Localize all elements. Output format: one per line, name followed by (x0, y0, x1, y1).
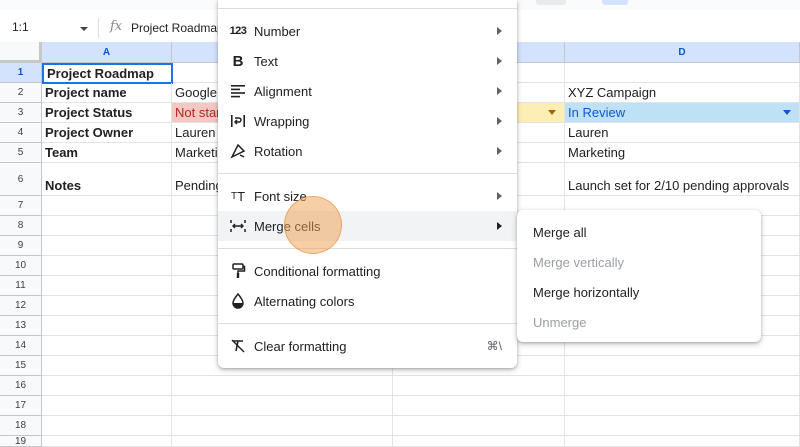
empty-row[interactable] (42, 436, 800, 447)
row-header-3[interactable]: 3 (0, 103, 42, 123)
bold-icon: B (232, 52, 244, 70)
cell-d4[interactable]: Lauren (565, 123, 800, 143)
row-header-17[interactable]: 17 (0, 396, 42, 416)
row-header-8[interactable]: 8 (0, 216, 42, 236)
submenu-item-unmerge: Unmerge (533, 314, 587, 330)
menu-divider (218, 323, 517, 324)
clear-format-icon (228, 336, 248, 356)
submenu-item-merge-horizontally[interactable]: Merge horizontally (517, 277, 761, 307)
merge-cells-submenu: Merge all Merge vertically Merge horizon… (517, 210, 761, 342)
row-header-13[interactable]: 13 (0, 316, 42, 336)
row-header-16[interactable]: 16 (0, 376, 42, 396)
row-header-10[interactable]: 10 (0, 256, 42, 276)
empty-row[interactable] (42, 416, 800, 436)
menu-item-alternating-colors[interactable]: Alternating colors (218, 286, 517, 316)
menu-item-conditional-formatting[interactable]: Conditional formatting (218, 256, 517, 286)
shortcut-label: ⌘\ (486, 339, 502, 353)
submenu-item-merge-all[interactable]: Merge all (517, 217, 761, 247)
cell-a4[interactable]: Project Owner (42, 123, 172, 143)
chevron-right-icon (497, 57, 502, 65)
row-header-1[interactable]: 1 (0, 63, 42, 83)
row-header-19[interactable]: 19 (0, 436, 42, 447)
align-icon (228, 81, 248, 101)
column-header-a[interactable]: A (42, 42, 172, 63)
status-chip-label: In Review (568, 105, 626, 120)
number-format-icon: 123 (229, 25, 247, 37)
cell-d6[interactable]: Launch set for 2/10 pending approvals (565, 163, 800, 196)
menu-item-merge-cells[interactable]: Merge cells (218, 211, 517, 241)
row-header-14[interactable]: 14 (0, 336, 42, 356)
row-header-5[interactable]: 5 (0, 143, 42, 163)
cell-d2[interactable]: XYZ Campaign (565, 83, 800, 103)
paint-roller-icon (228, 261, 248, 281)
cell-a1[interactable]: Project Roadmap (42, 63, 173, 84)
select-all-corner[interactable] (0, 42, 42, 63)
column-divider (171, 196, 172, 447)
chevron-down-icon[interactable] (783, 110, 791, 115)
chevron-down-icon[interactable] (548, 110, 556, 115)
status-chip-in-review[interactable]: In Review (565, 103, 800, 123)
formula-input[interactable]: Project Roadmap (131, 21, 224, 35)
fx-icon: fx (110, 19, 123, 34)
empty-row[interactable] (42, 376, 800, 396)
row-header-7[interactable]: 7 (0, 196, 42, 216)
font-size-icon: TT (230, 188, 246, 204)
chevron-right-icon (497, 27, 502, 35)
wrap-icon (228, 111, 248, 131)
chevron-right-icon (497, 222, 502, 230)
row-header-2[interactable]: 2 (0, 83, 42, 103)
divider (98, 18, 99, 38)
menu-item-wrapping[interactable]: Wrapping (218, 106, 517, 136)
toolbar-button-fragment[interactable] (536, 0, 566, 5)
menu-item-alignment[interactable]: Alignment (218, 76, 517, 106)
cell-a2[interactable]: Project name (42, 83, 172, 103)
chevron-right-icon (497, 87, 502, 95)
menu-top-divider (218, 8, 517, 9)
row-header-11[interactable]: 11 (0, 276, 42, 296)
chevron-right-icon (497, 117, 502, 125)
chevron-right-icon (497, 192, 502, 200)
column-header-d[interactable]: D (565, 42, 800, 63)
rotation-icon (228, 141, 248, 161)
name-box[interactable]: 1:1 (12, 20, 29, 34)
submenu-item-merge-vertically: Merge vertically (533, 254, 625, 270)
cell-a3[interactable]: Project Status (42, 103, 172, 123)
menu-item-clear-formatting[interactable]: Clear formatting ⌘\ (218, 331, 517, 361)
row-header-15[interactable]: 15 (0, 356, 42, 376)
chevron-down-icon[interactable] (80, 27, 88, 31)
drop-icon (228, 291, 248, 311)
cell-a6[interactable]: Notes (42, 163, 172, 196)
cell-d1[interactable] (565, 63, 800, 83)
row-header-4[interactable]: 4 (0, 123, 42, 143)
menu-divider (218, 248, 517, 249)
menu-item-rotation[interactable]: Rotation (218, 136, 517, 166)
row-header-12[interactable]: 12 (0, 296, 42, 316)
menu-item-font-size[interactable]: TT Font size (218, 181, 517, 211)
empty-row[interactable] (42, 396, 800, 416)
row-header-18[interactable]: 18 (0, 416, 42, 436)
row-header-6[interactable]: 6 (0, 163, 42, 196)
row-header-9[interactable]: 9 (0, 236, 42, 256)
merge-icon (228, 216, 248, 236)
format-menu: 123 Number B Text Alignment Wrapping Rot… (218, 0, 517, 368)
chevron-right-icon (497, 147, 502, 155)
menu-divider (218, 173, 517, 174)
cell-a5[interactable]: Team (42, 143, 172, 163)
cell-d5[interactable]: Marketing (565, 143, 800, 163)
toolbar-button-fragment[interactable] (602, 0, 628, 5)
menu-item-text[interactable]: B Text (218, 46, 517, 76)
menu-item-number[interactable]: 123 Number (218, 16, 517, 46)
